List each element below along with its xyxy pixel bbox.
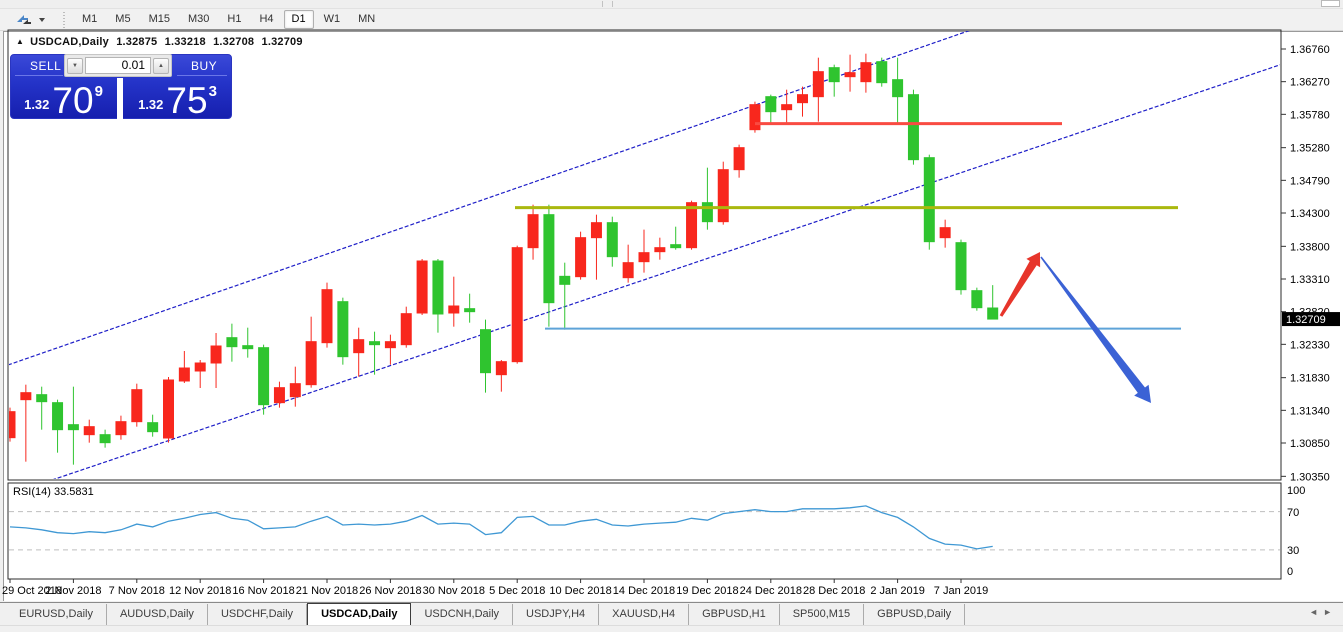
timeframe-button-m5[interactable]: M5 (107, 10, 138, 29)
chart-title: ▲ USDCAD,Daily 1.32875 1.33218 1.32708 1.… (16, 36, 307, 48)
collapse-triangle-icon[interactable]: ▲ (16, 37, 24, 46)
mt4-application-window: M1M5M15M30H1H4D1W1MN 1.367601.362701.357… (0, 0, 1343, 632)
timeframe-button-h1[interactable]: H1 (219, 10, 249, 29)
timeframe-button-w1[interactable]: W1 (316, 10, 349, 29)
tab-gbpusd-h1[interactable]: GBPUSD,H1 (689, 604, 780, 625)
tab-eurusd-daily[interactable]: EURUSD,Daily (6, 604, 107, 625)
timeframe-button-mn[interactable]: MN (350, 10, 383, 29)
tab-gbpusd-daily[interactable]: GBPUSD,Daily (864, 604, 965, 625)
toolbar-separator (612, 1, 613, 7)
tab-usdcnh-daily[interactable]: USDCNH,Daily (411, 604, 513, 625)
tab-sp500-m15[interactable]: SP500,M15 (780, 604, 864, 625)
tab-usdchf-daily[interactable]: USDCHF,Daily (208, 604, 307, 625)
tab-xauusd-h4[interactable]: XAUUSD,H4 (599, 604, 689, 625)
sell-price-panel[interactable]: 1.32 70 9 (10, 78, 117, 118)
volume-increase-button[interactable]: ▲ (153, 58, 169, 74)
tab-audusd-daily[interactable]: AUDUSD,Daily (107, 604, 208, 625)
toolbar-grip (61, 12, 66, 28)
buy-price-panel[interactable]: 1.32 75 3 (123, 78, 232, 118)
sell-price-prefix: 1.32 (24, 97, 49, 112)
sell-price-big: 70 (52, 84, 93, 118)
ohlc-low: 1.32708 (213, 36, 254, 48)
volume-field[interactable]: 0.01 (85, 57, 151, 74)
tab-usdcad-daily[interactable]: USDCAD,Daily (307, 603, 411, 626)
sell-button-underline (15, 75, 63, 76)
sell-price-pip: 9 (95, 83, 103, 100)
volume-decrease-button[interactable]: ▼ (67, 58, 83, 74)
chart-tabs: EURUSD,DailyAUDUSD,DailyUSDCHF,DailyUSDC… (6, 604, 965, 625)
buy-price-prefix: 1.32 (138, 97, 163, 112)
ohlc-close: 1.32709 (262, 36, 303, 48)
status-strip (0, 625, 1343, 632)
timeframe-button-group: M1M5M15M30H1H4D1W1MN (74, 10, 385, 29)
sell-button[interactable]: SELL (30, 59, 61, 73)
timeframe-button-m15[interactable]: M15 (141, 10, 178, 29)
tab-scroll-left-button[interactable]: ◄ (1309, 607, 1323, 617)
ohlc-open: 1.32875 (116, 36, 157, 48)
swap-arrows-icon (14, 13, 34, 26)
chevron-down-icon (39, 18, 45, 22)
timeframes-toolbar: M1M5M15M30H1H4D1W1MN (0, 9, 1343, 31)
buy-price-big: 75 (166, 84, 207, 118)
toolbar-field-fragment (1321, 0, 1340, 7)
symbols-dropdown-button[interactable] (8, 10, 51, 29)
tab-scroll-controls: ◄► (1309, 607, 1337, 617)
tab-usdjpy-h4[interactable]: USDJPY,H4 (513, 604, 599, 625)
ohlc-high: 1.33218 (165, 36, 206, 48)
tab-scroll-right-button[interactable]: ► (1323, 607, 1337, 617)
timeframe-button-m1[interactable]: M1 (74, 10, 105, 29)
timeframe-button-h4[interactable]: H4 (251, 10, 281, 29)
timeframe-button-m30[interactable]: M30 (180, 10, 217, 29)
chart-tabs-bar: EURUSD,DailyAUDUSD,DailyUSDCHF,DailyUSDC… (0, 602, 1343, 625)
buy-button-underline (177, 75, 227, 76)
rsi-indicator-label: RSI(14) 33.5831 (13, 486, 94, 498)
buy-price-pip: 3 (209, 83, 217, 100)
toolbar-separator (602, 1, 603, 7)
timeframe-button-d1[interactable]: D1 (284, 10, 314, 29)
buy-button[interactable]: BUY (191, 59, 217, 73)
lot-size-control: ▼ 0.01 ▲ (64, 54, 172, 77)
chart-symbol-period: USDCAD,Daily (30, 36, 109, 48)
window-top-strip (0, 0, 1343, 9)
one-click-trading-widget: SELL BUY ▼ 0.01 ▲ 1.32 70 9 1.32 75 3 (10, 54, 232, 119)
